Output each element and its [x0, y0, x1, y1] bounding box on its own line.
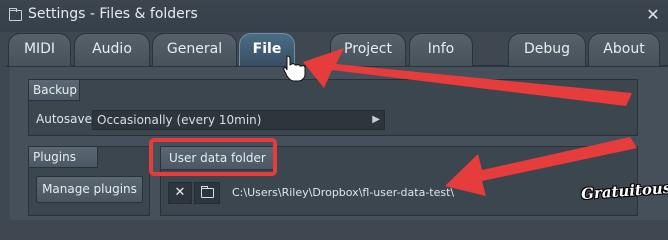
- annotation-arrows: [283, 48, 637, 196]
- arrow-to-file-tab: [303, 48, 632, 106]
- hand-cursor-icon: [283, 55, 306, 82]
